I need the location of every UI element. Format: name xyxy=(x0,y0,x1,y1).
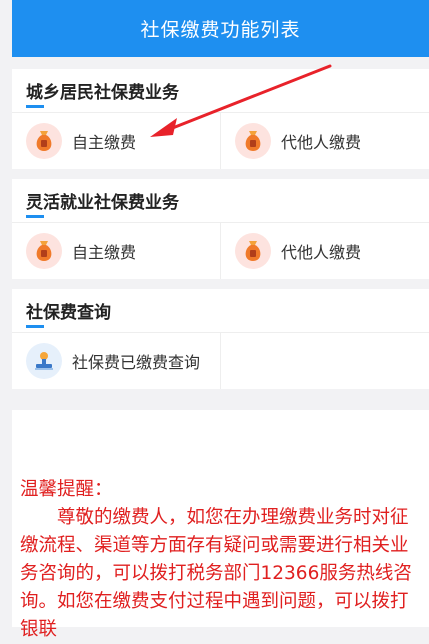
section-payment-query: 社保费查询 社保费已缴费查询 xyxy=(12,289,429,389)
flexible-self-pay-button[interactable]: 自主缴费 xyxy=(12,223,220,279)
section-flexible-employment: 灵活就业社保费业务 自主缴费 代他人缴费 xyxy=(12,179,429,279)
notice-body: 尊敬的缴费人，如您在办理缴费业务时对征缴流程、渠道等方面存有疑问或需要进行相关业… xyxy=(20,507,412,640)
money-bag-icon xyxy=(235,123,271,159)
item-row: 社保费已缴费查询 xyxy=(12,332,429,389)
section-title: 城乡居民社保费业务 xyxy=(12,69,429,112)
money-bag-icon xyxy=(26,123,62,159)
empty-cell xyxy=(220,333,429,389)
paid-record-query-button[interactable]: 社保费已缴费查询 xyxy=(12,333,220,389)
rural-pay-for-others-button[interactable]: 代他人缴费 xyxy=(220,113,429,169)
flexible-pay-for-others-button[interactable]: 代他人缴费 xyxy=(220,223,429,279)
notice-text: 温馨提醒： 尊敬的缴费人，如您在办理缴费业务时对征缴流程、渠道等方面存有疑问或需… xyxy=(20,476,420,644)
title-underline xyxy=(26,215,44,218)
section-rural-resident: 城乡居民社保费业务 自主缴费 代他人缴费 xyxy=(12,69,429,169)
query-stamp-icon xyxy=(26,343,62,379)
rural-self-pay-button[interactable]: 自主缴费 xyxy=(12,113,220,169)
title-underline xyxy=(26,105,44,108)
section-title: 社保费查询 xyxy=(12,289,429,332)
section-title: 灵活就业社保费业务 xyxy=(12,179,429,222)
title-underline xyxy=(26,325,44,328)
page-title: 社保缴费功能列表 xyxy=(140,19,301,41)
item-row: 自主缴费 代他人缴费 xyxy=(12,112,429,169)
money-bag-icon xyxy=(235,233,271,269)
item-row: 自主缴费 代他人缴费 xyxy=(12,222,429,279)
money-bag-icon xyxy=(26,233,62,269)
notice-heading: 温馨提醒： xyxy=(20,479,113,500)
page-header: 社保缴费功能列表 xyxy=(12,0,429,57)
